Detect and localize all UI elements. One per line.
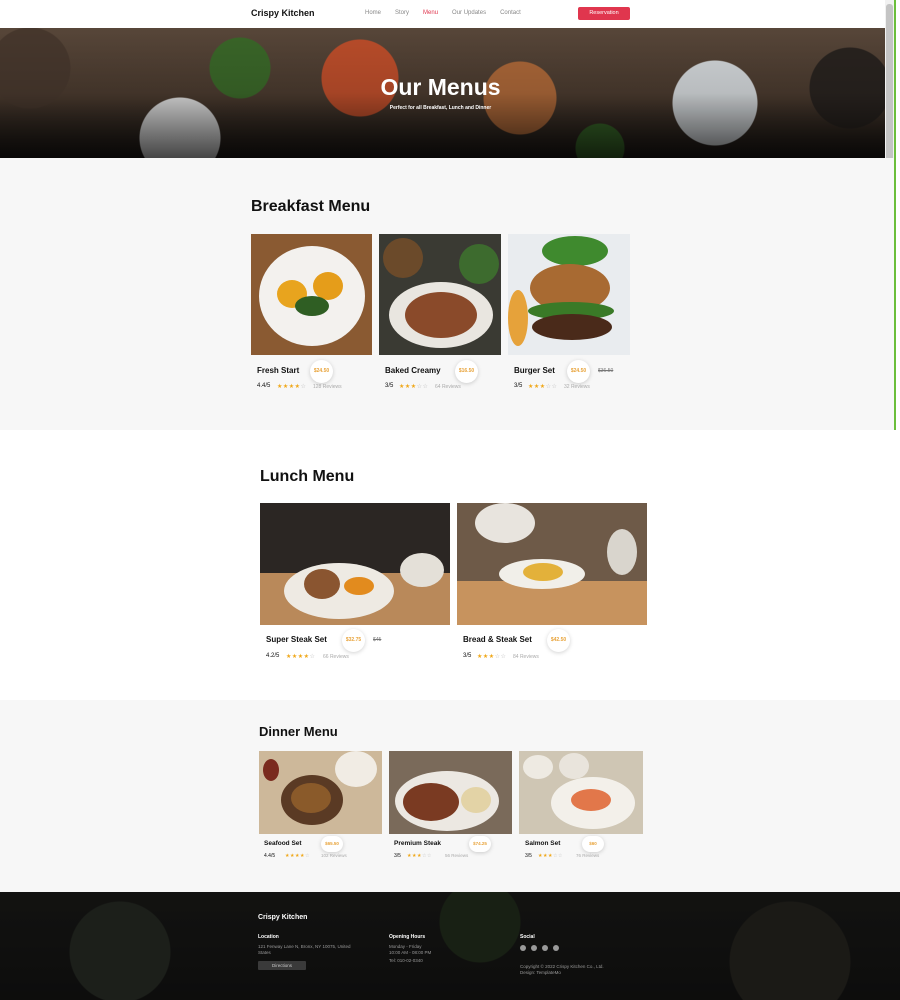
nav-links: Home Story Menu Our Updates Contact (365, 10, 535, 16)
star-rating: ★★★☆☆ (528, 384, 558, 390)
star-rating: ★★★☆☆ (399, 384, 429, 390)
fresh-start-image (251, 234, 372, 355)
green-edge-line (894, 0, 896, 430)
salmon-set-image (519, 751, 643, 834)
footer-brand: Crispy Kitchen (258, 914, 308, 921)
footer-phone[interactable]: Tel: 010-02-0340 (389, 958, 423, 964)
review-count: 84 Reviews (513, 654, 539, 660)
reservation-button[interactable]: Reservation (578, 7, 630, 20)
item-name: Burger Set (514, 366, 555, 375)
item-name: Bread & Steak Set (463, 635, 532, 644)
directions-button[interactable]: Directions (258, 961, 306, 970)
menu-card[interactable]: Seafood Set $65.50 4.4/5 ★★★★☆ 102 Revie… (259, 751, 382, 866)
rating-value: 4.4/5 (264, 853, 276, 859)
menu-card[interactable]: Premium Steak $74.25 3/5 ★★★☆☆ 56 Review… (389, 751, 512, 866)
footer-social-heading: Social (520, 934, 535, 940)
price-badge: $24.50 (310, 360, 333, 383)
item-name: Fresh Start (257, 366, 300, 375)
lunch-section: Lunch Menu Super Steak Set $32.75 $45 4.… (0, 430, 900, 700)
page-subtitle: Perfect for all Breakfast, Lunch and Din… (389, 105, 492, 111)
price-badge: $65.50 (321, 836, 343, 852)
old-price: $45 (373, 637, 382, 643)
navbar: Crispy Kitchen Home Story Menu Our Updat… (0, 0, 885, 28)
item-name: Seafood Set (264, 840, 302, 847)
nav-link-story[interactable]: Story (395, 10, 409, 16)
nav-link-home[interactable]: Home (365, 10, 381, 16)
rating-value: 3/5 (385, 383, 394, 389)
price-badge: $60 (582, 836, 604, 852)
nav-link-our-updates[interactable]: Our Updates (452, 10, 486, 16)
review-count: 102 Reviews (321, 853, 347, 858)
menu-card[interactable]: Bread & Steak Set $42.50 3/5 ★★★☆☆ 84 Re… (457, 503, 647, 668)
menu-card[interactable]: Fresh Start $24.50 4.4/5 ★★★★☆ 128 Revie… (251, 234, 372, 394)
item-name: Baked Creamy (385, 366, 441, 375)
star-rating: ★★★☆☆ (477, 654, 507, 660)
price-badge: $32.75 (342, 629, 365, 652)
rating-value: 4.4/5 (257, 383, 271, 389)
footer-address-line: 121 Fenway Lane N, Bronx, NY 10075, Unit… (258, 944, 351, 949)
review-count: 32 Reviews (564, 384, 590, 390)
brand-logo[interactable]: Crispy Kitchen (251, 8, 315, 18)
nav-link-menu[interactable]: Menu (423, 10, 438, 16)
item-name: Salmon Set (525, 840, 561, 847)
star-rating: ★★★☆☆ (538, 853, 563, 859)
review-count: 128 Reviews (313, 384, 342, 390)
nav-link-contact[interactable]: Contact (500, 10, 521, 16)
twitter-icon[interactable] (542, 945, 548, 951)
youtube-icon[interactable] (553, 945, 559, 951)
super-steak-set-image (260, 503, 450, 625)
menu-card[interactable]: Super Steak Set $32.75 $45 4.2/5 ★★★★☆ 6… (260, 503, 450, 668)
rating-value: 4.2/5 (266, 653, 280, 659)
old-price: $36.50 (598, 368, 614, 374)
scrollbar-thumb[interactable] (886, 4, 893, 172)
dinner-menu-title: Dinner Menu (259, 724, 338, 739)
footer-hours-line: 10:00 AM - 08:00 PM (389, 950, 432, 955)
instagram-icon[interactable] (531, 945, 537, 951)
price-badge: $42.50 (547, 629, 570, 652)
footer-address-line: States (258, 950, 271, 955)
review-count: 56 Reviews (445, 853, 469, 858)
star-rating: ★★★★☆ (286, 654, 316, 660)
menu-card[interactable]: Baked Creamy $16.50 3/5 ★★★☆☆ 64 Reviews (379, 234, 501, 394)
bread-steak-set-image (457, 503, 647, 625)
hero-banner: Our Menus Perfect for all Breakfast, Lun… (0, 28, 885, 158)
facebook-icon[interactable] (520, 945, 526, 951)
burger-set-image (508, 234, 630, 355)
footer-location-heading: Location (258, 934, 279, 940)
item-name: Super Steak Set (266, 635, 327, 644)
seafood-set-image (259, 751, 382, 834)
star-rating: ★★★★☆ (285, 853, 310, 859)
price-badge: $16.50 (455, 360, 478, 383)
dinner-section: Dinner Menu Seafood Set $65.50 4.4/5 ★★★… (0, 700, 900, 892)
site-footer: Crispy Kitchen Location 121 Fenway Lane … (0, 892, 900, 1000)
price-badge: $74.25 (469, 836, 491, 852)
menu-card[interactable]: Burger Set $24.50 $36.50 3/5 ★★★☆☆ 32 Re… (508, 234, 630, 394)
design-credit[interactable]: Design: TemplateMo (520, 970, 561, 976)
premium-steak-image (389, 751, 512, 834)
breakfast-menu-title: Breakfast Menu (251, 198, 371, 215)
star-rating: ★★★☆☆ (407, 853, 432, 859)
review-count: 76 Reviews (576, 853, 600, 858)
menu-card[interactable]: Salmon Set $60 3/5 ★★★☆☆ 76 Reviews (519, 751, 643, 866)
item-name: Premium Steak (394, 840, 441, 847)
review-count: 66 Reviews (323, 654, 349, 660)
price-badge: $24.50 (567, 360, 590, 383)
rating-value: 3/5 (463, 653, 472, 659)
baked-creamy-image (379, 234, 501, 355)
social-icons (520, 945, 559, 951)
lunch-menu-title: Lunch Menu (260, 468, 355, 485)
rating-value: 3/5 (394, 853, 401, 859)
rating-value: 3/5 (514, 383, 523, 389)
star-rating: ★★★★☆ (277, 384, 307, 390)
footer-overlay (0, 892, 900, 1000)
review-count: 64 Reviews (435, 384, 461, 390)
footer-hours-heading: Opening Hours (389, 934, 426, 940)
rating-value: 3/5 (525, 853, 532, 859)
page-title: Our Menus (380, 74, 501, 100)
breakfast-section: Breakfast Menu Fresh Start $24.50 4.4/5 … (0, 158, 894, 430)
